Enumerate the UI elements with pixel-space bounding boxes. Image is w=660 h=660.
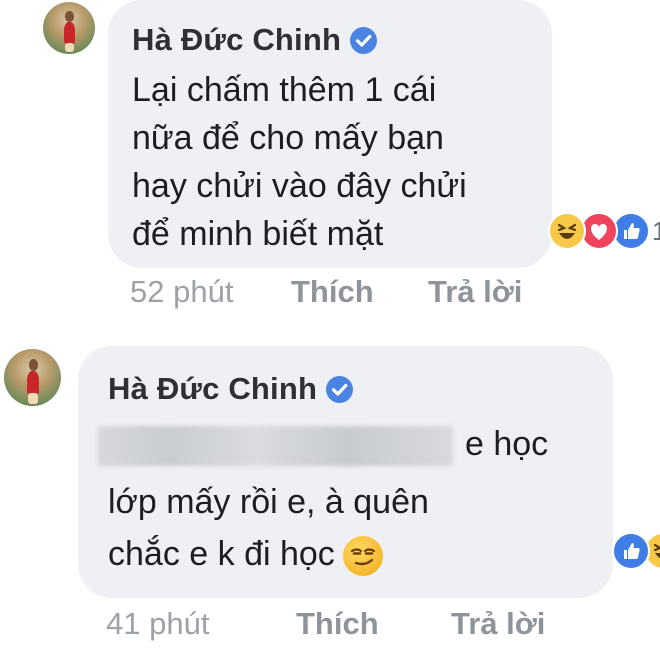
- author-avatar[interactable]: [4, 349, 61, 406]
- comment-text-line: Lại chấm thêm 1 cái: [132, 71, 437, 109]
- reaction-count-clipped: 1: [652, 216, 660, 242]
- verified-badge-icon: [326, 375, 354, 403]
- comment-text-line: e học: [98, 420, 548, 468]
- like-button[interactable]: Thích: [291, 274, 374, 310]
- reply-button[interactable]: Trả lời: [451, 606, 545, 642]
- blurred-mention: [98, 426, 453, 467]
- comment-text-fragment: chắc e k đi học: [108, 535, 335, 573]
- comment-text-line: để minh biết mặt: [132, 215, 384, 253]
- author-name[interactable]: Hà Đức Chinh: [108, 371, 317, 407]
- reply-button[interactable]: Trả lời: [428, 274, 522, 310]
- verified-badge-icon: [350, 26, 378, 54]
- haha-icon[interactable]: [548, 212, 586, 250]
- author-name[interactable]: Hà Đức Chinh: [132, 22, 341, 58]
- author-avatar[interactable]: [43, 2, 95, 54]
- comment-text-line: lớp mấy rồi e, à quên: [108, 483, 429, 521]
- author-name-row: Hà Đức Chinh: [108, 371, 354, 407]
- comment-text-line: hay chửi vào đây chửi: [132, 167, 467, 205]
- like-icon[interactable]: [612, 532, 650, 570]
- comment-timestamp[interactable]: 52 phút: [130, 274, 233, 310]
- like-button[interactable]: Thích: [296, 606, 379, 642]
- smirk-emoji-icon: [342, 536, 383, 577]
- comment-text-fragment: e học: [465, 425, 549, 463]
- comment-timestamp[interactable]: 41 phút: [106, 606, 209, 642]
- author-name-row: Hà Đức Chinh: [132, 22, 378, 58]
- comment-text-line: nữa để cho mấy bạn: [132, 119, 444, 157]
- comment-text-line: chắc e k đi học: [108, 530, 383, 578]
